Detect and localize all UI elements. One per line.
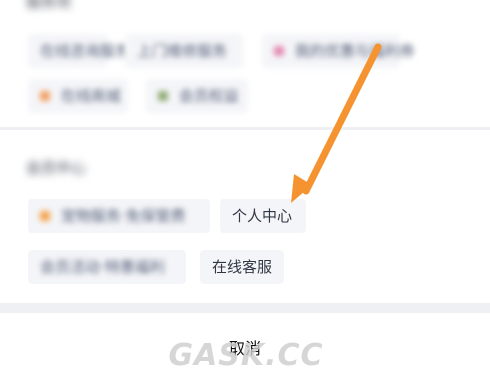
member-chip-1-label: 宠物服务·免保管费 [60,207,186,225]
partial-chip-4[interactable]: 在线商城 [28,79,128,113]
member-chip-3-label: 会员活动·特惠福利 [40,258,165,276]
partial-chip-4-label: 在线商城 [60,87,121,105]
partial-section-title: 服务项 [26,0,72,11]
member-chip-4[interactable]: 在线客服 [200,250,284,284]
partial-chip-5[interactable]: 会员权益 [146,79,248,113]
partial-chip-1[interactable]: 在线咨询服务 [28,34,130,68]
partial-chip-1-label: 在线咨询服务 [40,42,131,60]
member-chip-1-icon [40,210,50,221]
partial-chip-2-label: 上门维修服务 [137,42,228,60]
partial-chip-3-label: 我的优惠与福利券 [294,42,415,60]
footer-divider [0,303,490,313]
member-chip-3[interactable]: 会员活动·特惠福利 [28,250,186,284]
partial-chip-5-icon [158,90,168,101]
member-chip-2[interactable]: 个人中心 [220,199,306,233]
member-chip-2-label: 个人中心 [232,207,293,225]
watermark-text: GASK.CC [168,338,324,373]
partial-chip-3[interactable]: 我的优惠与福利券 [262,34,415,68]
member-chip-4-label: 在线客服 [212,258,273,276]
partial-chip-5-label: 会员权益 [178,87,239,105]
partial-chip-2[interactable]: 上门维修服务 [125,34,243,68]
member-section-title: 会员中心 [26,159,87,177]
partial-chip-4-icon [40,90,50,101]
member-chip-1[interactable]: 宠物服务·免保管费 [28,199,210,233]
partial-chip-3-icon [274,45,284,56]
